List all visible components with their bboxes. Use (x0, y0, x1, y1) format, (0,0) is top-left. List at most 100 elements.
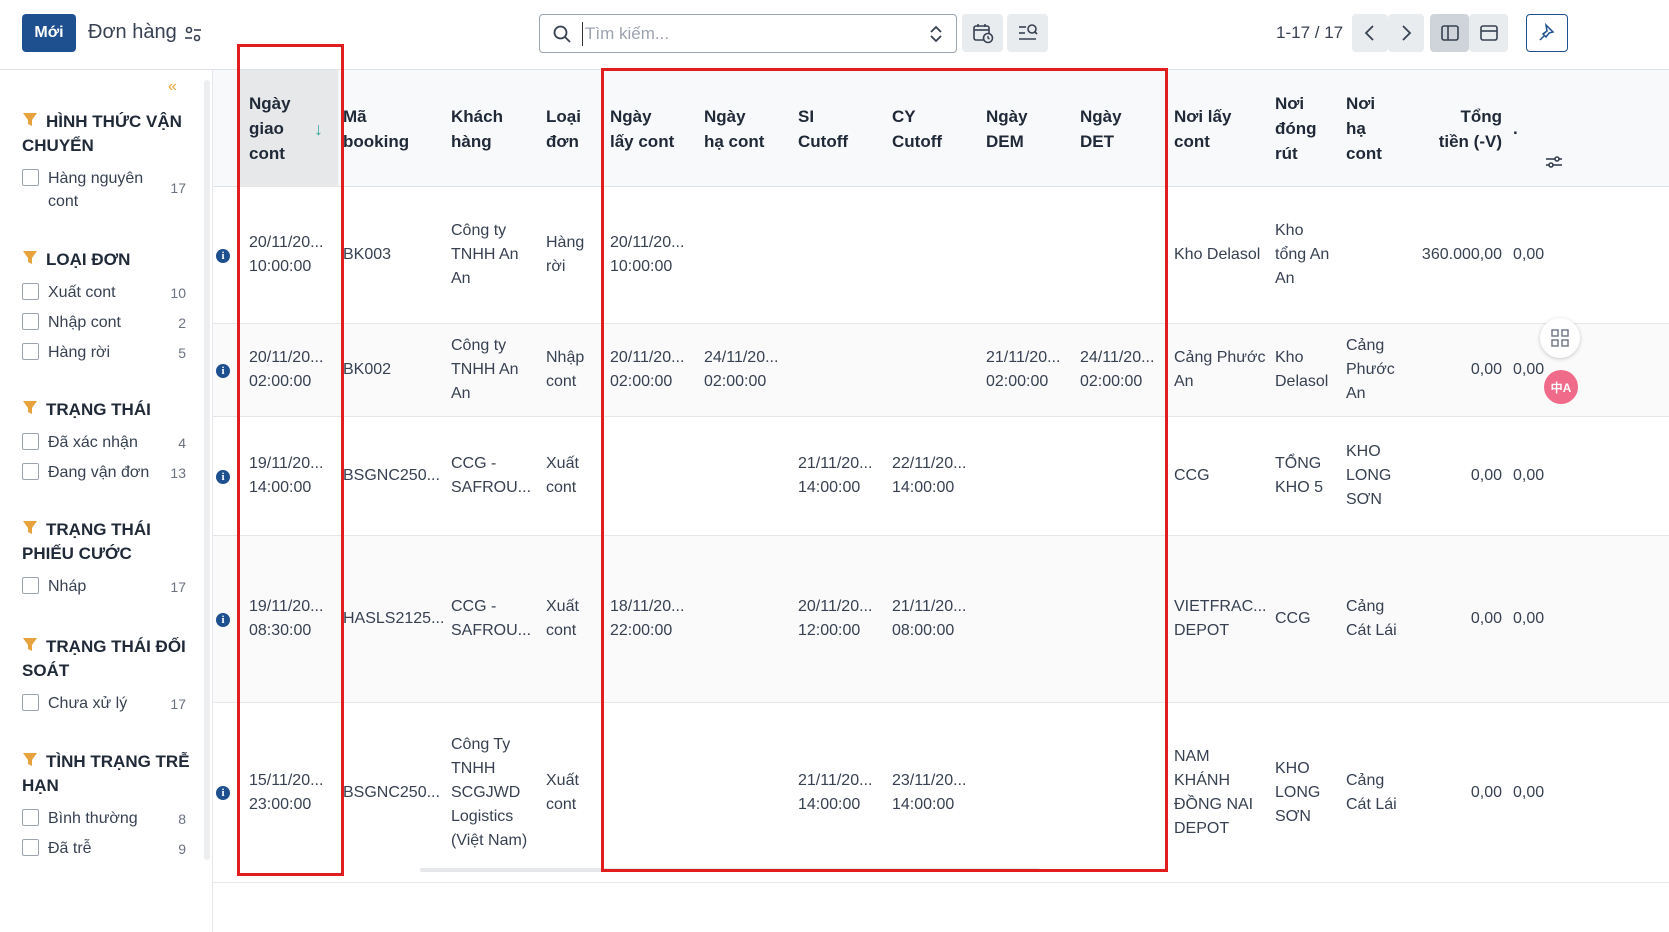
filter-funnel-icon (23, 401, 37, 414)
optional-columns-icon[interactable] (1544, 152, 1564, 172)
search-panel-sidebar: « HÌNH THỨC VẬN CHUYỂN Hàng nguyên cont 17 L… (0, 70, 213, 932)
filter-option[interactable]: Hàng rời 5 (22, 341, 192, 362)
cell-det-date (1080, 703, 1168, 882)
filter-option-label: Nháp (48, 578, 87, 595)
column-header-extra[interactable]: . (1513, 70, 1573, 187)
table-row[interactable]: i 20/11/20... 10:00:00 BK003 Công ty TNHH A… (213, 187, 1669, 324)
cell-booking-code: BK002 (343, 361, 392, 378)
column-header-customer[interactable]: Khách hàng (451, 70, 541, 187)
column-header-total-amount[interactable]: Tổng tiền (-V) (1408, 70, 1502, 187)
filter-checkbox[interactable] (22, 694, 39, 711)
cell-delivery-date: 19/11/20... 08:30:00 (249, 598, 324, 639)
filter-checkbox[interactable] (22, 809, 39, 826)
pager-value[interactable]: 1-17 / 17 (1276, 23, 1343, 43)
filter-option-label: Đang vận đơn (48, 464, 150, 481)
filter-checkbox[interactable] (22, 463, 39, 480)
cell-total-amount: 0,00 (1470, 467, 1502, 484)
filter-option[interactable]: Nhập cont 2 (22, 311, 192, 332)
filter-option-label: Bình thường (48, 810, 138, 827)
column-header-order-type[interactable]: Loại đơn (546, 70, 604, 187)
pager-previous-button[interactable] (1352, 14, 1388, 52)
cell-pickup-date: 18/11/20... 22:00:00 (610, 598, 685, 639)
cell-pickup-place: VIETFRAC... DEPOT (1174, 598, 1267, 639)
collapse-sidebar-icon[interactable]: « (168, 78, 177, 96)
column-header-booking-code[interactable]: Mã booking (343, 70, 445, 187)
filter-option[interactable]: Bình thường 8 (22, 807, 192, 828)
chevron-left-icon (1364, 25, 1374, 41)
cell-extra: 0,00 (1513, 783, 1545, 801)
table-row[interactable]: i 15/11/20... 23:00:00 BSGNC250... Công Ty … (213, 703, 1669, 883)
cell-total-amount: 360.000,00 (1421, 246, 1502, 263)
column-header-si-cutoff[interactable]: SI Cutoff (798, 70, 886, 187)
filter-group: TÌNH TRẠNG TRỄ HẠN Bình thường 8 Đã trễ 9 (22, 750, 192, 858)
table-row[interactable]: i 20/11/20... 02:00:00 BK002 Công ty TNHH A… (213, 324, 1669, 417)
filter-checkbox[interactable] (22, 283, 39, 300)
search-bar[interactable] (539, 14, 957, 53)
cell-pickup-place: CCG (1174, 467, 1210, 484)
horizontal-scrollbar[interactable] (420, 868, 1040, 872)
cell-dem-date (986, 536, 1074, 702)
actions-gear-icon[interactable] (183, 24, 203, 44)
filter-option[interactable]: Hàng nguyên cont 17 (22, 167, 192, 211)
info-icon[interactable]: i (216, 612, 230, 627)
filter-group-title: TRẠNG THÁI (22, 398, 192, 422)
info-icon[interactable]: i (216, 363, 230, 378)
control-panel: Mới Đơn hàng Tìm kiếm... 1-17 / 17 (0, 0, 1669, 70)
table-row[interactable]: i 19/11/20... 08:30:00 HASLS2125... CCG - S… (213, 536, 1669, 703)
cell-customer: Công ty TNHH An An (451, 337, 519, 402)
column-header-delivery-date[interactable]: Ngày giao cont ↓ (240, 70, 338, 187)
column-header-return-date[interactable]: Ngày hạ cont (704, 70, 792, 187)
filter-checkbox[interactable] (22, 839, 39, 856)
filter-option[interactable]: Chưa xử lý 17 (22, 692, 192, 713)
cell-cy-cutoff: 23/11/20... 14:00:00 (892, 771, 967, 813)
new-button[interactable]: Mới (22, 14, 76, 52)
pager-next-button[interactable] (1388, 14, 1424, 52)
filter-checkbox[interactable] (22, 313, 39, 330)
filter-checkbox[interactable] (22, 433, 39, 450)
filter-option[interactable]: Xuất cont 10 (22, 281, 192, 302)
search-options-toggle-icon[interactable] (928, 25, 944, 43)
column-header-dem-date[interactable]: Ngày DEM (986, 70, 1074, 187)
column-header-cy-cutoff[interactable]: CY Cutoff (892, 70, 980, 187)
column-header-stuffing-place[interactable]: Nơi đóng rút (1275, 70, 1345, 187)
cell-si-cutoff: 21/11/20... 14:00:00 (798, 455, 873, 496)
filter-checkbox[interactable] (22, 169, 39, 186)
filter-option-count: 9 (178, 841, 186, 857)
search-panel-button[interactable] (1007, 14, 1048, 52)
filter-checkbox[interactable] (22, 343, 39, 360)
table-row[interactable]: i 19/11/20... 14:00:00 BSGNC250... CCG - SA… (213, 417, 1669, 536)
info-icon[interactable]: i (216, 248, 230, 263)
search-input[interactable] (582, 22, 912, 46)
info-icon[interactable]: i (216, 469, 230, 484)
sidebar-scrollbar[interactable] (204, 80, 210, 860)
calendar-filter-button[interactable] (962, 14, 1003, 52)
cell-total-amount: 0,00 (1470, 610, 1502, 627)
translate-widget-button[interactable]: 中A (1544, 370, 1578, 404)
column-header-det-date[interactable]: Ngày DET (1080, 70, 1168, 187)
filter-funnel-icon (23, 521, 37, 534)
sort-descending-icon: ↓ (314, 119, 323, 139)
list-view-button[interactable] (1430, 14, 1469, 52)
column-header-pickup-date[interactable]: Ngày lấy cont (610, 70, 698, 187)
kanban-view-button[interactable] (1469, 14, 1508, 52)
filter-checkbox[interactable] (22, 577, 39, 594)
filter-option[interactable]: Đang vận đơn 13 (22, 461, 192, 482)
cell-cy-cutoff: 21/11/20... 08:00:00 (892, 598, 967, 639)
cell-det-date (1080, 417, 1168, 535)
cell-dem-date (986, 417, 1074, 535)
cell-extra: 0,00 (1513, 610, 1545, 627)
filter-option[interactable]: Đã xác nhận 4 (22, 431, 192, 452)
cell-delivery-date: 15/11/20... 23:00:00 (249, 771, 324, 813)
filter-group: HÌNH THỨC VẬN CHUYỂN Hàng nguyên cont 17 (22, 110, 192, 211)
filter-option-count: 13 (170, 465, 186, 481)
filter-option[interactable]: Đã trễ 9 (22, 837, 192, 858)
pin-button[interactable] (1526, 14, 1568, 52)
apps-widget-button[interactable] (1540, 318, 1580, 358)
info-icon[interactable]: i (216, 786, 230, 800)
filter-option[interactable]: Nháp 17 (22, 575, 192, 596)
cell-extra: 0,00 (1513, 246, 1545, 263)
cell-order-type: Xuất cont (546, 771, 579, 813)
column-header-pickup-place[interactable]: Nơi lấy cont (1174, 70, 1272, 187)
cell-pickup-place: NAM KHÁNH ĐỒNG NAI DEPOT (1174, 747, 1254, 837)
filter-group: TRẠNG THÁI PHIẾU CƯỚC Nháp 17 (22, 518, 192, 596)
